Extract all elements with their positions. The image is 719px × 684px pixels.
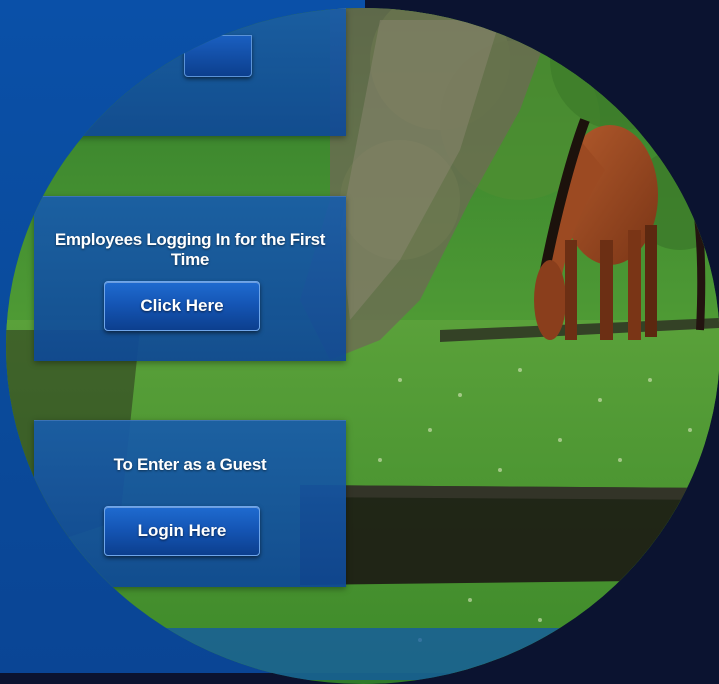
first-time-click-here-button[interactable]: Click Here <box>104 281 260 331</box>
first-time-title: Employees Logging In for the First Time <box>54 230 326 269</box>
guest-panel: To Enter as a Guest Login Here <box>34 420 346 587</box>
guest-title: To Enter as a Guest <box>113 455 267 474</box>
bottom-blue-strip <box>126 628 586 680</box>
guest-login-here-button[interactable]: Login Here <box>104 506 260 556</box>
first-time-panel: Employees Logging In for the First Time … <box>34 196 346 361</box>
top-login-button[interactable] <box>184 35 252 77</box>
hero-circle: Employees Logging In for the First Time … <box>6 8 719 684</box>
top-panel <box>34 8 346 136</box>
